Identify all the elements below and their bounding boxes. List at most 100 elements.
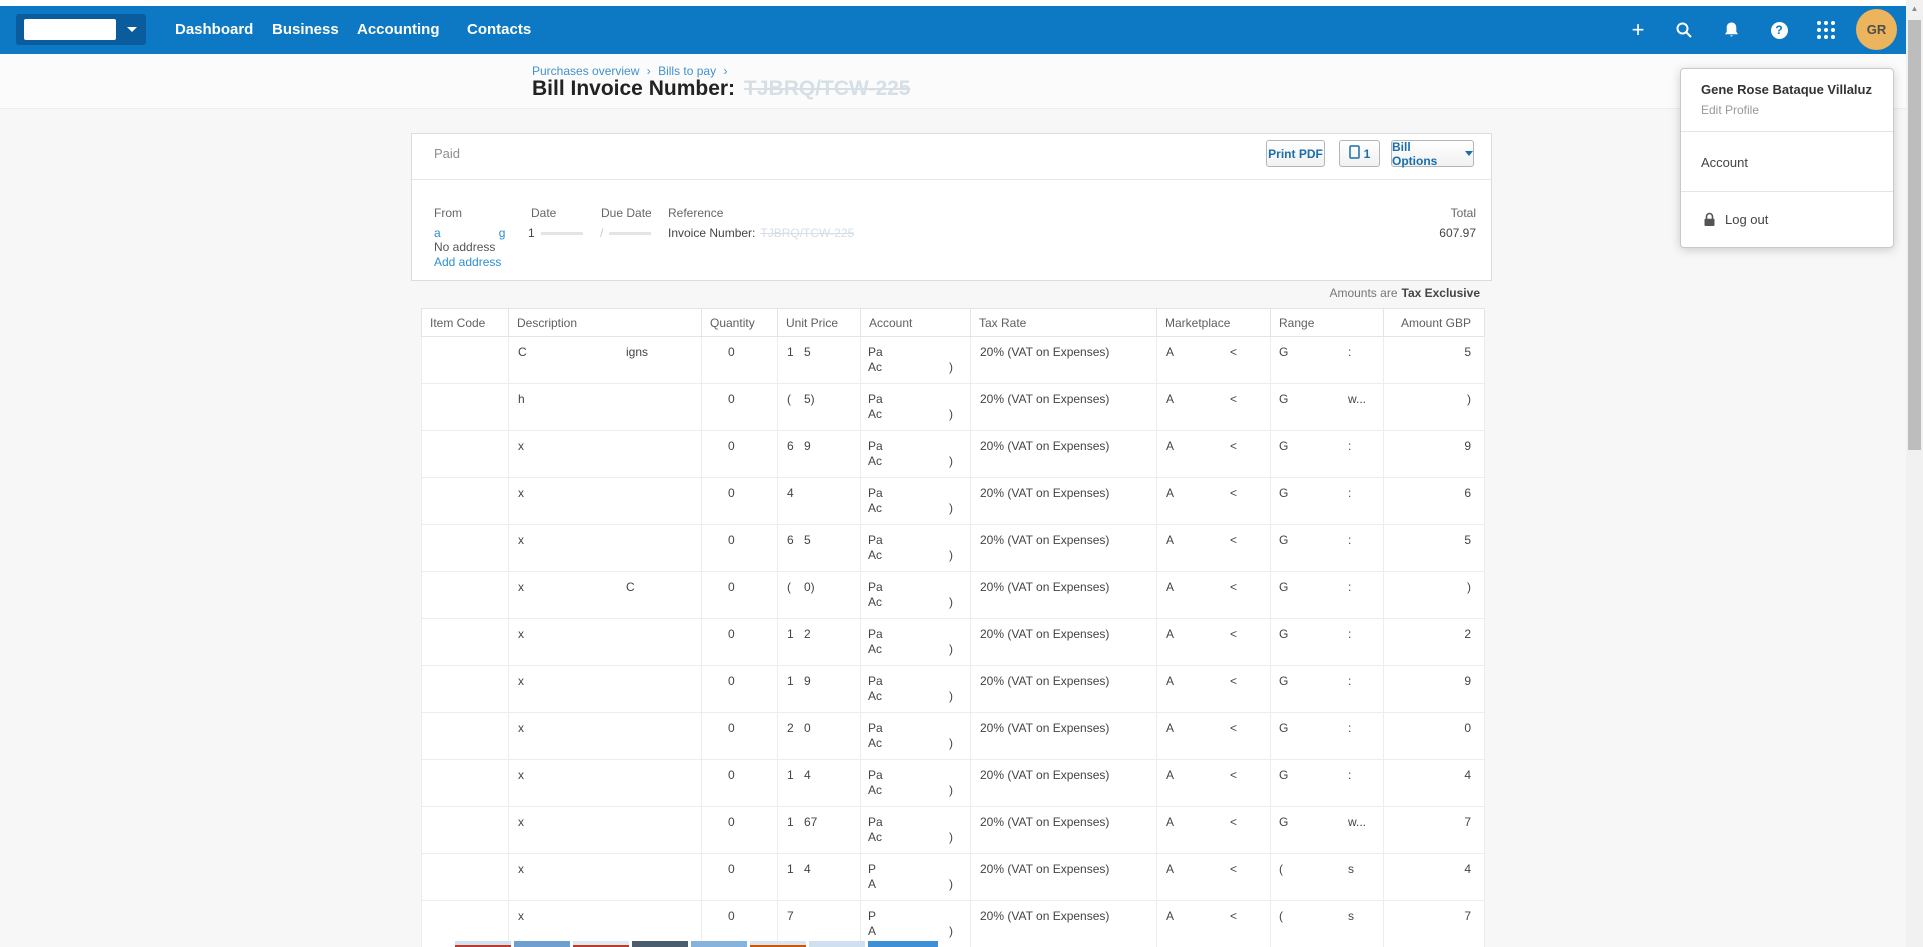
cell-fragment: 20% (VAT on Expenses) <box>980 345 1110 359</box>
taskbar-tile <box>809 941 865 947</box>
cell-fragment: ) <box>1467 392 1471 406</box>
from-fragment: g <box>498 226 506 240</box>
cell-range: G: <box>1270 759 1384 807</box>
cell-fragment: ) <box>949 924 953 938</box>
cell-fragment: : <box>1348 721 1352 735</box>
cell-fragment: A <box>1166 439 1175 453</box>
cell-fragment: 1 <box>787 345 794 359</box>
cell-fragment: 9 <box>1464 439 1471 453</box>
cell-fragment: ) <box>949 783 953 797</box>
page-title-prefix: Bill Invoice Number: <box>532 77 736 100</box>
cell-marketplace: A < <box>1156 336 1271 384</box>
cell-fragment: A <box>1166 392 1175 406</box>
cell-fragment: : <box>1348 486 1352 500</box>
cell-description: x <box>508 759 702 807</box>
notifications-bell-icon[interactable] <box>1715 14 1747 46</box>
cell-unit-price: 15 <box>777 336 861 384</box>
cell-fragment: A <box>1166 533 1175 547</box>
redaction-bar <box>540 232 583 236</box>
cell-fragment: 67 <box>804 815 818 829</box>
nav-item-dashboard[interactable]: Dashboard <box>175 6 253 54</box>
table-row[interactable]: x 0 1 2 Pa Ac) 20% (VAT on Expenses) A < G:2 <box>421 618 1485 666</box>
cell-fragment: x <box>518 580 524 594</box>
cell-item-code <box>421 430 509 478</box>
menu-item-logout[interactable]: Log out <box>1725 212 1768 227</box>
search-icon[interactable] <box>1668 14 1700 46</box>
cell-fragment: P <box>868 862 877 876</box>
help-icon[interactable]: ? <box>1763 14 1795 46</box>
apps-grid-icon[interactable] <box>1810 14 1842 46</box>
scrollbar[interactable]: ▲ <box>1906 0 1923 947</box>
table-row[interactable]: x C 0(0) Pa Ac) 20% (VAT on Expenses) A < G:) <box>421 571 1485 619</box>
bill-summary-card: Paid Print PDF 1 Bill Options From Date … <box>411 133 1492 281</box>
from-contact-link[interactable]: ag <box>434 226 505 240</box>
cell-fragment: 0 <box>728 815 735 829</box>
table-row[interactable]: x 0 4 Pa Ac) 20% (VAT on Expenses) A < G:6 <box>421 477 1485 525</box>
document-icon <box>1348 145 1360 162</box>
cell-fragment: 20% (VAT on Expenses) <box>980 486 1110 500</box>
cell-fragment: G <box>1279 815 1289 829</box>
cell-fragment: A <box>1166 909 1175 923</box>
line-items-table: Item Code Description Quantity Unit Pric… <box>421 308 1485 947</box>
breadcrumb-purchases-overview[interactable]: Purchases overview <box>532 64 639 78</box>
cell-account: Pa Ac) <box>860 524 971 572</box>
total-label: Total <box>1450 206 1476 220</box>
col-account: Account <box>860 308 971 337</box>
cell-fragment: 5 <box>1464 533 1471 547</box>
add-address-link[interactable]: Add address <box>434 255 501 269</box>
print-pdf-button[interactable]: Print PDF <box>1266 140 1325 167</box>
cell-fragment: 6 <box>787 533 794 547</box>
cell-fragment: < <box>1230 486 1238 500</box>
cell-fragment: x <box>518 768 524 782</box>
cell-fragment: x <box>518 486 524 500</box>
cell-marketplace: A < <box>1156 665 1271 713</box>
cell-fragment: < <box>1230 627 1238 641</box>
table-row[interactable]: x 0 1 4 P A) 20% (VAT on Expenses) A <(s 4 <box>421 853 1485 901</box>
table-row[interactable]: x 0 1 67 Pa Ac) 20% (VAT on Expenses) A < Gw... 7 <box>421 806 1485 854</box>
edit-profile-link[interactable]: Edit Profile <box>1701 103 1759 117</box>
cell-tax-rate: 20% (VAT on Expenses) <box>970 900 1157 947</box>
table-row[interactable]: h 0(5) Pa Ac) 20% (VAT on Expenses) A < Gw...) <box>421 383 1485 431</box>
cell-fragment: A <box>1166 862 1175 876</box>
page-title-redacted-number: TJBRQ/TCW-225 <box>744 77 911 100</box>
avatar[interactable]: GR <box>1856 9 1897 50</box>
cell-account: Pa Ac) <box>860 665 971 713</box>
cell-fragment: P <box>868 909 877 923</box>
nav-item-accounting[interactable]: Accounting <box>357 6 440 54</box>
cell-amount: 9 <box>1383 430 1485 478</box>
table-row[interactable]: x 0 2 0 Pa Ac) 20% (VAT on Expenses) A < G:0 <box>421 712 1485 760</box>
cell-item-code <box>421 477 509 525</box>
cell-unit-price: 1 67 <box>777 806 861 854</box>
table-row[interactable]: x 0 1 4 Pa Ac) 20% (VAT on Expenses) A < G:4 <box>421 759 1485 807</box>
cell-range: G: <box>1270 571 1384 619</box>
cell-fragment: ) <box>949 830 953 844</box>
attachments-button[interactable]: 1 <box>1339 140 1380 167</box>
cell-amount: 2 <box>1383 618 1485 666</box>
table-row[interactable]: x 0 1 9 Pa Ac) 20% (VAT on Expenses) A < G:9 <box>421 665 1485 713</box>
nav-item-contacts[interactable]: Contacts <box>467 6 531 54</box>
cell-amount: 6 <box>1383 477 1485 525</box>
add-icon[interactable]: + <box>1622 14 1654 46</box>
scrollbar-up-arrow[interactable]: ▲ <box>1906 2 1923 16</box>
breadcrumb-bills-to-pay[interactable]: Bills to pay <box>658 64 716 78</box>
scrollbar-thumb[interactable] <box>1908 20 1921 450</box>
table-row[interactable]: x 0 6 5 Pa Ac) 20% (VAT on Expenses) A < G:5 <box>421 524 1485 572</box>
table-row[interactable]: x 0 6 9 Pa Ac) 20% (VAT on Expenses) A < G:9 <box>421 430 1485 478</box>
cell-fragment: < <box>1230 580 1238 594</box>
bill-options-button[interactable]: Bill Options <box>1391 139 1474 168</box>
nav-item-business[interactable]: Business <box>272 6 339 54</box>
cell-range: G: <box>1270 712 1384 760</box>
col-description: Description <box>508 308 702 337</box>
menu-item-account[interactable]: Account <box>1701 155 1748 170</box>
cell-account: Pa Ac) <box>860 571 971 619</box>
cell-range: G: <box>1270 430 1384 478</box>
menu-divider <box>1681 131 1893 132</box>
redaction-bar <box>609 232 652 236</box>
cell-item-code <box>421 759 509 807</box>
cell-quantity: 0 <box>701 477 778 525</box>
organisation-selector[interactable] <box>16 14 146 45</box>
cell-fragment: 0 <box>728 486 735 500</box>
bill-options-label: Bill Options <box>1392 139 1438 168</box>
table-row[interactable]: Cigns 0 1 5 Pa Ac) 20% (VAT on Expenses) A < G:5 <box>421 336 1485 384</box>
cell-marketplace: A < <box>1156 524 1271 572</box>
